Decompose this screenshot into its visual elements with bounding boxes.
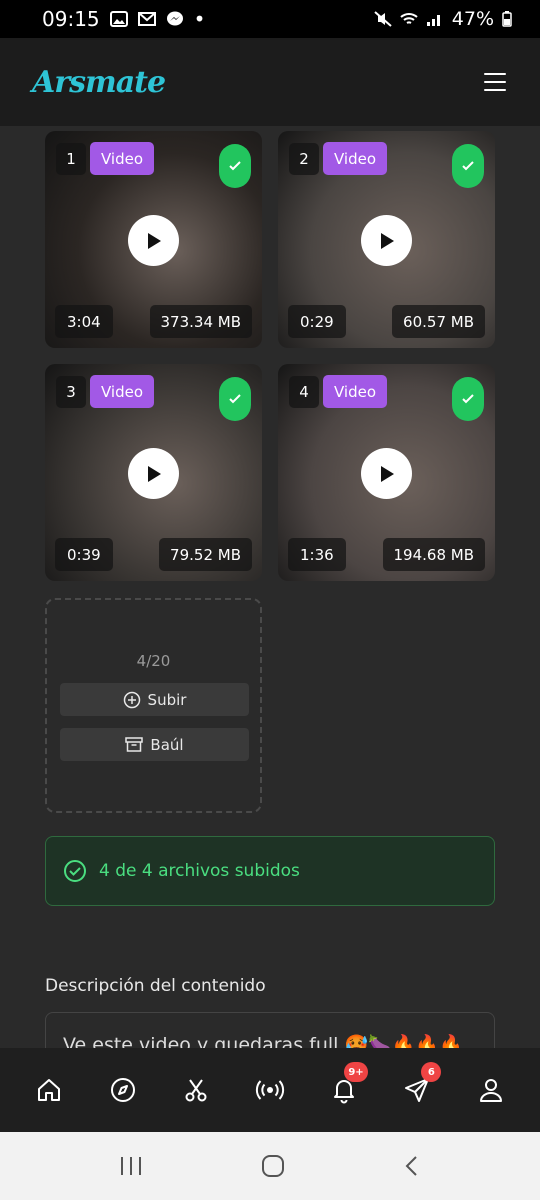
recent-apps-icon[interactable] — [118, 1155, 144, 1177]
compass-icon — [110, 1078, 135, 1102]
play-icon[interactable] — [128, 215, 179, 266]
upload-button[interactable]: Subir — [60, 683, 249, 716]
tile-index: 3 — [56, 376, 86, 408]
nav-messages[interactable]: 6 — [395, 1062, 442, 1112]
play-icon[interactable] — [128, 448, 179, 499]
nav-notifications[interactable]: 9+ — [322, 1062, 368, 1112]
play-icon[interactable] — [361, 448, 412, 499]
type-badge: Video — [90, 375, 155, 408]
type-badge: Video — [323, 142, 388, 175]
gallery-icon — [109, 11, 128, 27]
description-label: Descripción del contenido — [45, 976, 266, 996]
success-message: 4 de 4 archivos subidos — [99, 861, 300, 881]
notifications-badge: 9+ — [344, 1062, 368, 1082]
tile-index: 1 — [56, 143, 86, 175]
check-icon — [219, 377, 251, 421]
home-icon — [37, 1079, 60, 1101]
nav-home[interactable] — [27, 1068, 71, 1112]
system-nav-bar — [0, 1132, 540, 1200]
check-icon — [452, 144, 484, 188]
check-icon — [452, 377, 484, 421]
tile-index: 4 — [289, 376, 319, 408]
video-tile[interactable]: 3 Video 0:39 79.52 MB — [45, 364, 262, 581]
user-icon — [480, 1079, 503, 1102]
wifi-icon — [400, 13, 418, 24]
mute-icon — [374, 11, 392, 27]
video-tile[interactable]: 2 Video 0:29 60.57 MB — [278, 131, 495, 348]
video-duration: 3:04 — [55, 305, 113, 338]
file-size: 194.68 MB — [382, 538, 485, 571]
upload-label: Subir — [147, 690, 187, 709]
nav-explore[interactable] — [101, 1068, 145, 1112]
menu-icon[interactable] — [484, 73, 506, 91]
description-input[interactable]: Ve este video y quedaras full 🥵🍆🔥🔥🔥 — [45, 1012, 495, 1048]
status-dot: • — [193, 7, 206, 31]
type-badge: Video — [90, 142, 155, 175]
upload-dropzone[interactable]: 4/20 Subir Baúl — [45, 598, 262, 813]
file-size: 60.57 MB — [392, 305, 485, 338]
nav-live[interactable] — [248, 1068, 292, 1112]
live-icon — [255, 1080, 284, 1100]
battery-percent: 47% — [451, 8, 494, 30]
file-size: 373.34 MB — [149, 305, 252, 338]
tile-index: 2 — [289, 143, 319, 175]
play-icon[interactable] — [361, 215, 412, 266]
messages-badge: 6 — [421, 1062, 442, 1082]
upload-success-alert: 4 de 4 archivos subidos — [45, 836, 495, 906]
nav-profile[interactable] — [469, 1068, 513, 1112]
gmail-icon — [137, 12, 156, 26]
messenger-icon — [166, 11, 183, 26]
video-duration: 0:29 — [288, 305, 346, 338]
clock: 09:15 — [42, 7, 100, 31]
battery-icon — [502, 11, 512, 27]
upload-count: 4/20 — [136, 652, 171, 670]
type-badge: Video — [323, 375, 388, 408]
file-size: 79.52 MB — [159, 538, 252, 571]
plus-circle-icon — [123, 691, 140, 708]
bottom-nav: 9+ 6 — [0, 1048, 540, 1132]
check-circle-icon — [64, 860, 86, 882]
signal-icon — [426, 15, 440, 26]
scissors-icon — [185, 1079, 207, 1102]
status-bar: 09:15 • 47% — [0, 0, 540, 38]
video-tile[interactable]: 4 Video 1:36 194.68 MB — [278, 364, 495, 581]
archive-icon — [125, 736, 144, 752]
vault-label: Baúl — [150, 735, 184, 754]
content-area: 1 Video 3:04 373.34 MB 2 Video 0:29 60.5… — [0, 126, 540, 1048]
nav-clips[interactable] — [174, 1068, 218, 1112]
home-button-icon[interactable] — [260, 1154, 286, 1178]
video-duration: 1:36 — [288, 538, 346, 571]
vault-button[interactable]: Baúl — [60, 728, 249, 761]
check-icon — [219, 144, 251, 188]
app-header: Arsmate — [0, 38, 540, 126]
video-tile[interactable]: 1 Video 3:04 373.34 MB — [45, 131, 262, 348]
app-logo[interactable]: Arsmate — [32, 65, 166, 100]
video-duration: 0:39 — [55, 538, 113, 571]
back-icon[interactable] — [402, 1154, 422, 1178]
